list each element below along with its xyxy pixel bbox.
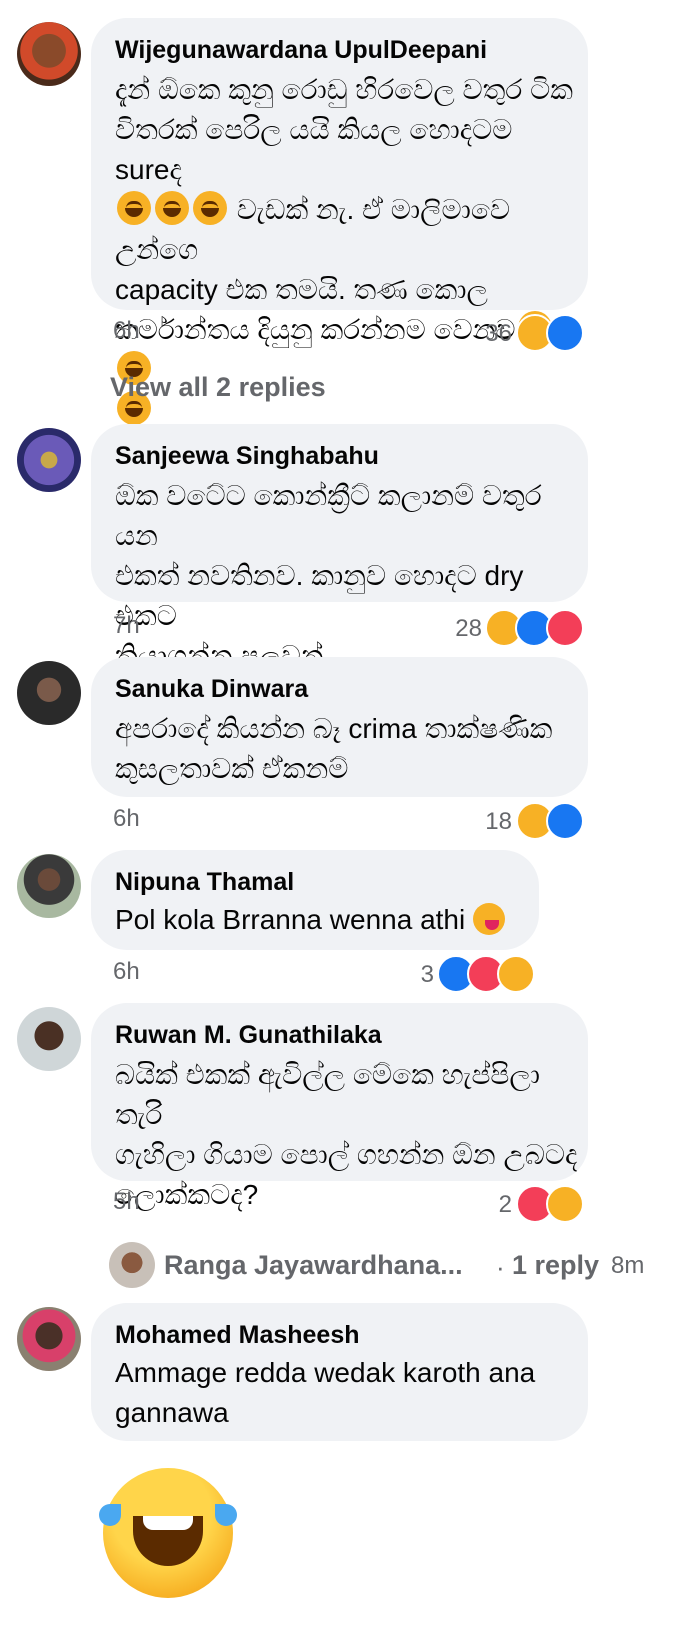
avatar[interactable] <box>17 661 81 725</box>
reaction-count[interactable]: 18 <box>470 808 512 836</box>
view-all-replies-link[interactable]: View all 2 replies <box>110 372 326 403</box>
comment-author[interactable]: Ruwan M. Gunathilaka <box>115 1021 382 1050</box>
comment-time[interactable]: 7h <box>113 612 140 640</box>
comment-text: Pol kola Brranna wenna athi <box>115 900 535 940</box>
reply-time: 8m <box>611 1252 645 1279</box>
comment-time[interactable]: 6h <box>113 958 140 986</box>
comment-author[interactable]: Mohamed Masheesh <box>115 1321 360 1350</box>
reply-separator: · <box>496 1252 505 1282</box>
comment-time[interactable]: 6h <box>113 317 140 345</box>
comment-bubble: Nipuna Thamal Pol kola Brranna wenna ath… <box>91 850 539 950</box>
reaction-count[interactable]: 36 <box>470 320 512 348</box>
comment-text: බයික් එකක් ඇවිල්ල මේකෙ හැප්පිලා තැරි ගැහ… <box>115 1059 578 1210</box>
reaction-count[interactable]: 28 <box>440 615 482 643</box>
comment-bubble: Sanuka Dinwara අපරාදේ කියන්න බෑ crima තා… <box>91 657 588 797</box>
reply-count[interactable]: 1 reply <box>512 1250 599 1281</box>
comment-text: ඕක වටේට කොන්ක්‍රීට් කලානම් වතුර යන එකත් … <box>115 480 542 671</box>
like-icon[interactable] <box>546 314 584 352</box>
reaction-count[interactable]: 2 <box>482 1191 512 1219</box>
comment-text: අපරාදේ කියන්න බෑ crima තාක්ෂණික කුසලතාවක… <box>115 713 553 784</box>
comment-author[interactable]: Nipuna Thamal <box>115 868 294 897</box>
comment-author[interactable]: Sanuka Dinwara <box>115 675 308 704</box>
comment-bubble: Wijegunawardana UpulDeepani දැන් ඕකෙ කුන… <box>91 18 588 425</box>
comment-author[interactable]: Sanjeewa Singhabahu <box>115 442 379 471</box>
reply-avatar[interactable] <box>109 1242 155 1288</box>
comment-bubble: Ruwan M. Gunathilaka බයික් එකක් ඇවිල්ල ම… <box>91 1003 588 1210</box>
avatar[interactable] <box>17 1007 81 1071</box>
comment-bubble: Sanjeewa Singhabahu ඕක වටේට කොන්ක්‍රීට් … <box>91 424 588 671</box>
avatar[interactable] <box>17 22 81 86</box>
joy-emoji-icon <box>155 191 189 225</box>
love-icon[interactable] <box>546 609 584 647</box>
avatar[interactable] <box>17 428 81 492</box>
comment-bubble: Mohamed Masheesh Ammage redda wedak karo… <box>91 1303 588 1441</box>
reaction-count[interactable]: 3 <box>400 961 434 989</box>
comment-time[interactable]: 6h <box>113 805 140 833</box>
avatar[interactable] <box>17 854 81 918</box>
joy-emoji-icon <box>193 191 227 225</box>
winking-face-emoji-icon <box>473 903 505 935</box>
comment-time[interactable]: 5h <box>113 1188 140 1216</box>
joy-sticker-icon <box>99 1468 237 1598</box>
haha-icon[interactable] <box>546 1185 584 1223</box>
reply-author[interactable]: Ranga Jayawardhana... <box>164 1250 463 1281</box>
comment-author[interactable]: Wijegunawardana UpulDeepani <box>115 36 487 65</box>
comment-text: Ammage redda wedak karoth ana gannawa <box>115 1357 536 1428</box>
like-icon[interactable] <box>546 802 584 840</box>
avatar[interactable] <box>17 1307 81 1371</box>
joy-emoji-icon <box>117 191 151 225</box>
haha-icon[interactable] <box>497 955 535 993</box>
